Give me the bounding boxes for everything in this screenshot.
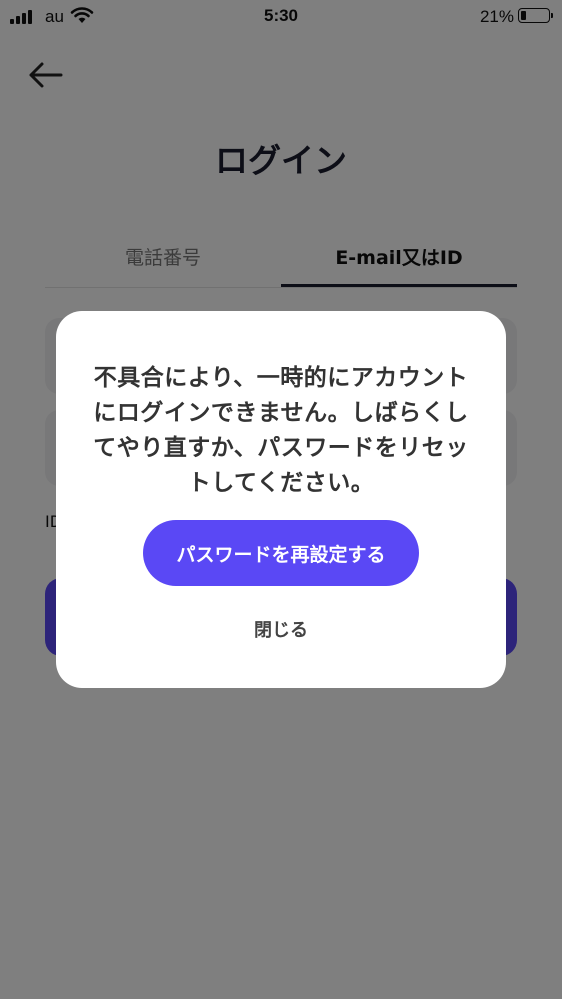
reset-password-button[interactable]: パスワードを再設定する: [143, 520, 419, 586]
error-dialog: 不具合により、一時的にアカウントにログインできません。しばらくしてやり直すか、パ…: [56, 311, 506, 688]
close-dialog-button[interactable]: 閉じる: [206, 613, 356, 649]
dialog-message: 不具合により、一時的にアカウントにログインできません。しばらくしてやり直すか、パ…: [93, 365, 469, 496]
